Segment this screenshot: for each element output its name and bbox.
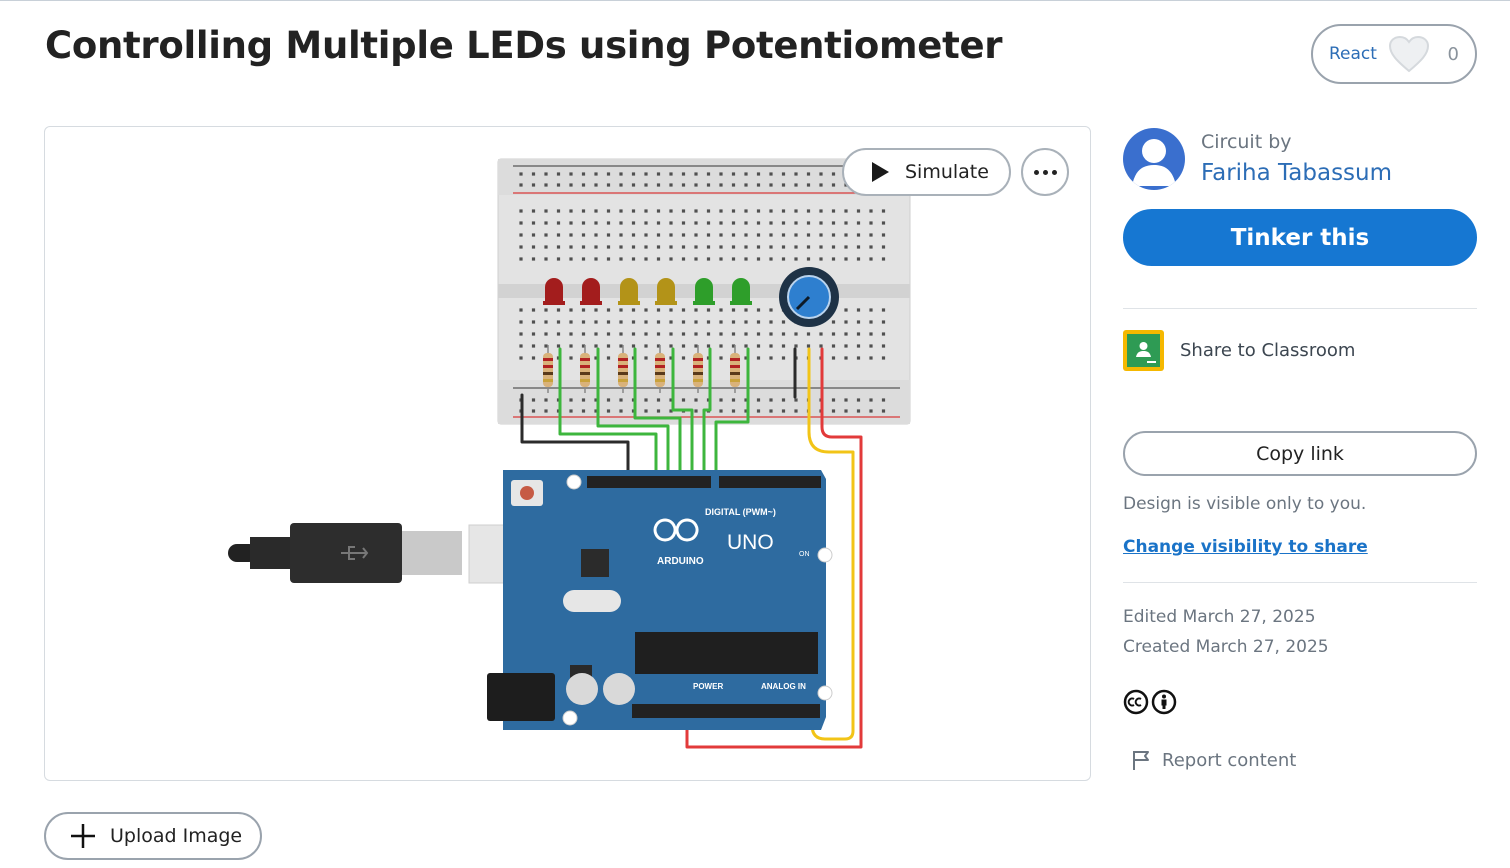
creative-commons-icon (1123, 689, 1149, 715)
top-divider (0, 0, 1510, 1)
report-label: Report content (1162, 749, 1297, 771)
board-analog-label: ANALOG IN (761, 682, 806, 691)
upload-image-label: Upload Image (110, 825, 243, 847)
react-button[interactable]: React 0 (1311, 24, 1477, 84)
author-link[interactable]: Fariha Tabassum (1201, 160, 1392, 186)
copy-link-button[interactable]: Copy link (1123, 431, 1477, 476)
report-content-link[interactable]: Report content (1131, 748, 1296, 772)
page-title: Controlling Multiple LEDs using Potentio… (45, 24, 1003, 67)
usb-cable (228, 523, 552, 584)
created-date: Created March 27, 2025 (1123, 637, 1329, 657)
upload-image-button[interactable]: Upload Image (44, 812, 262, 860)
more-icon (1033, 169, 1039, 175)
share-to-classroom-link[interactable]: Share to Classroom (1180, 340, 1355, 361)
arduino-board: UNO ARDUINO DIGITAL (PWM~) POWER ANALOG … (487, 470, 833, 730)
visibility-note: Design is visible only to you. (1123, 494, 1367, 514)
simulate-button[interactable]: Simulate (842, 148, 1011, 196)
edited-date: Edited March 27, 2025 (1123, 607, 1316, 627)
google-classroom-icon[interactable] (1123, 330, 1164, 371)
board-digital-label: DIGITAL (PWM~) (705, 507, 776, 517)
board-power-label: POWER (693, 682, 723, 691)
board-brand-label: ARDUINO (657, 556, 704, 567)
change-visibility-link[interactable]: Change visibility to share (1123, 537, 1368, 557)
simulate-label: Simulate (905, 161, 989, 183)
tinker-button[interactable]: Tinker this (1123, 209, 1477, 266)
circuit-canvas[interactable]: UNO ARDUINO DIGITAL (PWM~) POWER ANALOG … (44, 126, 1091, 781)
heart-icon (1388, 35, 1429, 73)
potentiometer (779, 267, 839, 327)
avatar[interactable] (1123, 128, 1185, 190)
play-icon (872, 162, 889, 182)
divider (1123, 582, 1477, 583)
react-label: React (1329, 44, 1377, 64)
attribution-icon (1151, 689, 1177, 715)
user-avatar-icon (1132, 139, 1176, 186)
divider (1123, 308, 1477, 309)
license-icons (1123, 689, 1177, 715)
board-model-label: UNO (727, 531, 774, 554)
board-on-label: ON (799, 551, 810, 558)
more-options-button[interactable] (1021, 148, 1069, 196)
flag-icon (1133, 751, 1149, 770)
plus-icon (71, 824, 95, 848)
react-count: 0 (1447, 43, 1459, 65)
circuit-diagram: UNO ARDUINO DIGITAL (PWM~) POWER ANALOG … (228, 158, 911, 749)
circuit-by-label: Circuit by (1201, 131, 1292, 153)
